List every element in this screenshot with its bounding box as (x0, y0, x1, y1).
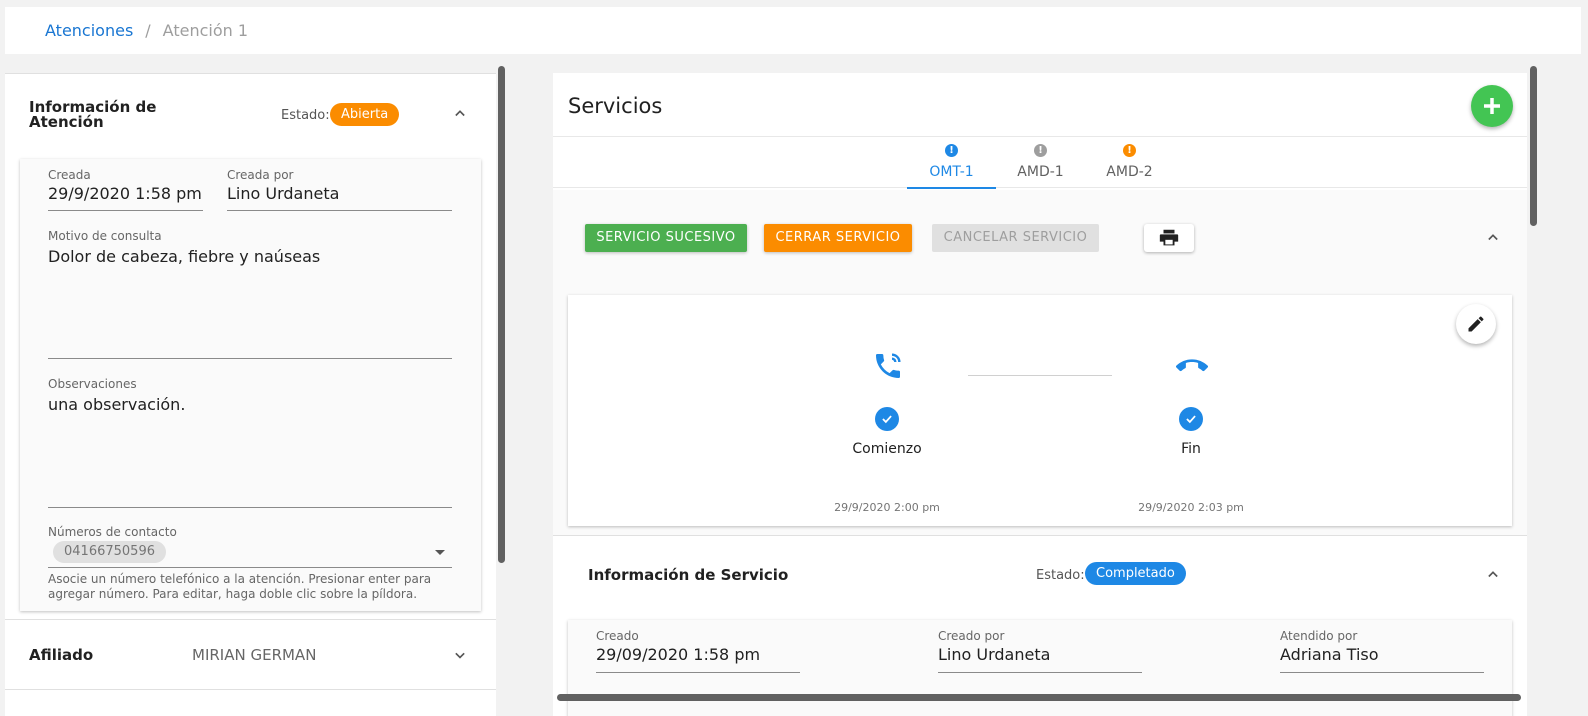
creada-por-underline (227, 210, 452, 211)
service-timeline: Comienzo Fin 29/9/2020 2:00 pm 29/9/2020… (568, 295, 1512, 526)
service-info-header[interactable]: Información de Servicio Estado: Completa… (553, 535, 1527, 619)
tab-indicator (907, 187, 996, 189)
timeline-end-date: 29/9/2020 2:03 pm (1138, 501, 1244, 514)
edit-timeline-button[interactable] (1456, 304, 1496, 344)
horizontal-scrollbar[interactable] (557, 694, 1521, 701)
tab-label: AMD-1 (1017, 164, 1064, 180)
observaciones-underline (48, 507, 452, 508)
print-button[interactable] (1144, 224, 1194, 252)
tab-amd-2[interactable]: ! AMD-2 (1085, 137, 1174, 187)
chevron-up-icon[interactable] (1483, 564, 1503, 584)
contacto-underline (48, 567, 452, 568)
services-title: Servicios (568, 94, 663, 118)
contacto-hint-line-1: Asocie un número telefónico a la atenció… (48, 572, 432, 586)
observaciones-label: Observaciones (48, 377, 137, 391)
contacto-label: Números de contacto (48, 525, 177, 539)
attention-panel: Información de Atención Estado: Abierta … (5, 73, 496, 716)
timeline-start-date: 29/9/2020 2:00 pm (834, 501, 940, 514)
creado-field[interactable]: 29/09/2020 1:58 pm (596, 645, 760, 664)
creada-underline (48, 210, 203, 211)
creada-por-field[interactable]: Lino Urdaneta (227, 184, 339, 203)
creado-por-underline (938, 672, 1142, 673)
right-scrollbar[interactable] (1530, 66, 1537, 226)
tab-amd-1[interactable]: ! AMD-1 (996, 137, 1085, 187)
creada-field[interactable]: 29/9/2020 1:58 pm (48, 184, 202, 203)
add-service-button[interactable] (1471, 85, 1513, 127)
service-estado-label: Estado: (1036, 568, 1085, 583)
cerrar-servicio-button[interactable]: CERRAR SERVICIO (764, 224, 912, 252)
call-end-icon (1176, 359, 1208, 372)
left-scrollbar[interactable] (498, 66, 505, 563)
motivo-textarea[interactable]: Dolor de cabeza, fiebre y naúseas (48, 247, 320, 266)
attention-title: Información de Atención (29, 98, 157, 131)
servicio-sucesivo-button[interactable]: SERVICIO SUCESIVO (585, 224, 747, 252)
atendido-por-underline (1280, 672, 1484, 673)
timeline-start-label: Comienzo (852, 441, 922, 457)
attention-form: Creada 29/9/2020 1:58 pm Creada por Lino… (20, 159, 481, 611)
chevron-down-icon[interactable] (450, 645, 470, 665)
attention-header[interactable]: Información de Atención Estado: Abierta (5, 73, 496, 157)
afiliado-label: Afiliado (29, 646, 94, 664)
breadcrumb: Atenciones / Atención 1 (5, 7, 1581, 54)
creado-por-field[interactable]: Lino Urdaneta (938, 645, 1050, 664)
tab-omt-1[interactable]: ! OMT-1 (907, 137, 996, 189)
service-detail: SERVICIO SUCESIVO CERRAR SERVICIO CANCEL… (553, 190, 1527, 535)
creado-underline (596, 672, 800, 673)
service-tabs: ! OMT-1 ! AMD-1 ! AMD-2 (553, 136, 1527, 189)
breadcrumb-atenciones-link[interactable]: Atenciones (45, 21, 133, 40)
info-icon: ! (1034, 144, 1047, 157)
service-info-title: Información de Servicio (588, 566, 789, 584)
atendido-por-label: Atendido por (1280, 629, 1358, 643)
tab-label: OMT-1 (929, 164, 974, 180)
attention-status-badge: Abierta (330, 103, 400, 126)
creada-label: Creada (48, 168, 91, 182)
breadcrumb-separator: / (145, 21, 151, 40)
atendido-por-field[interactable]: Adriana Tiso (1280, 645, 1379, 664)
afiliado-section[interactable]: Afiliado MIRIAN GERMAN (5, 619, 496, 690)
timeline-end-label: Fin (1181, 441, 1201, 457)
chevron-down-icon[interactable] (435, 550, 445, 555)
attention-estado-label: Estado: (281, 108, 330, 123)
service-status-badge: Completado (1085, 562, 1186, 585)
info-icon: ! (945, 144, 958, 157)
chevron-up-icon[interactable] (1483, 227, 1503, 247)
observaciones-textarea[interactable]: una observación. (48, 395, 185, 414)
service-info-form: Creado 29/09/2020 1:58 pm Creado por Lin… (568, 620, 1512, 716)
cancelar-servicio-button[interactable]: CANCELAR SERVICIO (932, 224, 1099, 252)
services-panel: Servicios ! OMT-1 ! AMD-1 ! AMD-2 SERVIC… (553, 73, 1527, 716)
afiliado-name: MIRIAN GERMAN (192, 646, 317, 664)
phone-in-talk-icon (876, 353, 901, 378)
check-icon (1179, 407, 1203, 431)
printer-icon (1159, 229, 1179, 246)
plus-icon (1484, 98, 1500, 114)
motivo-underline (48, 358, 452, 359)
contact-number-pill[interactable]: 04166750596 (53, 541, 166, 563)
check-icon (875, 407, 899, 431)
chevron-up-icon[interactable] (450, 103, 470, 123)
creado-label: Creado (596, 629, 639, 643)
breadcrumb-current: Atención 1 (162, 21, 249, 40)
timeline-connector (968, 375, 1112, 376)
creada-por-label: Creada por (227, 168, 294, 182)
contacto-hint-line-2: agregar número. Para editar, haga doble … (48, 587, 418, 601)
creado-por-label: Creado por (938, 629, 1005, 643)
motivo-label: Motivo de consulta (48, 229, 162, 243)
tab-label: AMD-2 (1106, 164, 1153, 180)
pencil-icon (1468, 316, 1484, 332)
warning-icon: ! (1123, 144, 1136, 157)
